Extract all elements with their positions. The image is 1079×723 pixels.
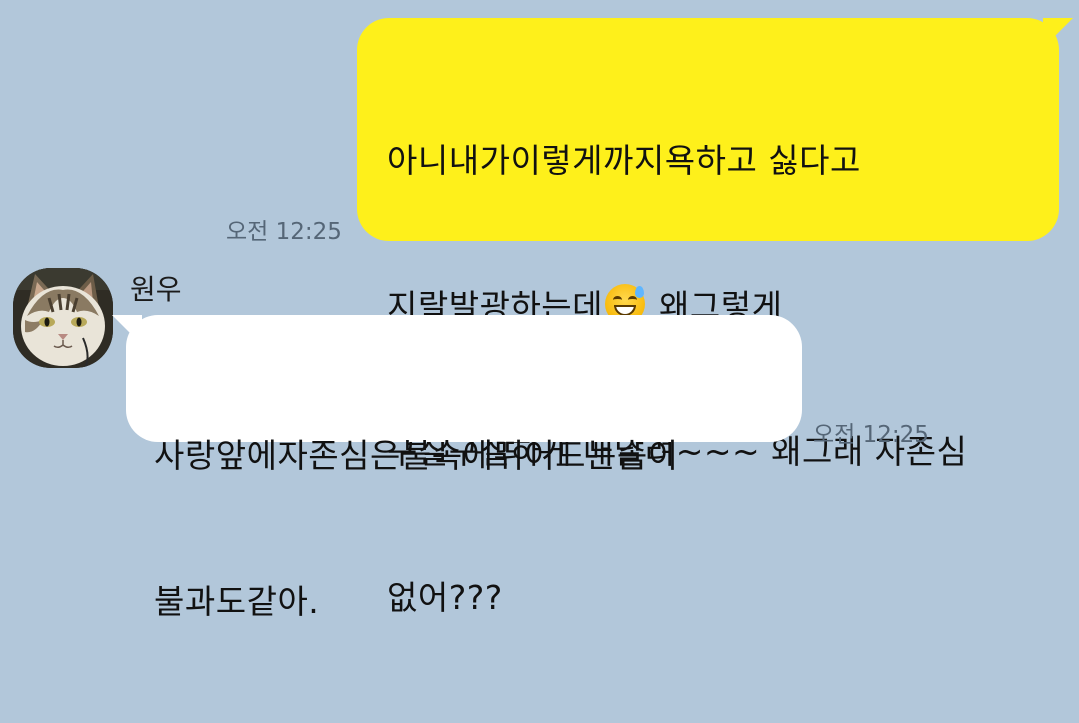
sent-message-time: 오전 12:25	[226, 219, 342, 245]
received-bubble-tail	[112, 315, 142, 345]
chat-area: 아니내가이렇게까지욕하고 싫다고 지랄발광하는데 왜그렇게 구질구질하게 매달려…	[0, 0, 1079, 621]
sent-message-bubble[interactable]: 아니내가이렇게까지욕하고 싫다고 지랄발광하는데 왜그렇게 구질구질하게 매달려…	[357, 18, 1073, 617]
sent-bubble-tail	[1043, 18, 1073, 48]
received-message-bubble[interactable]: 사랑앞에자존심은불속에뛰어드는솜이 불과도같아.	[112, 315, 802, 621]
sender-avatar[interactable]	[13, 268, 113, 368]
message-line: 불과도같아.	[154, 581, 320, 621]
message-line: 아니내가이렇게까지욕하고 싫다고	[387, 141, 861, 180]
received-message-time: 오전 12:25	[813, 422, 929, 448]
received-message-text: 사랑앞에자존심은불속에뛰어드는솜이 불과도같아.	[154, 335, 782, 723]
cat-avatar-icon	[13, 268, 113, 368]
message-line: 사랑앞에자존심은불속에뛰어드는솜이	[154, 436, 679, 475]
sender-name: 원우	[130, 273, 182, 306]
